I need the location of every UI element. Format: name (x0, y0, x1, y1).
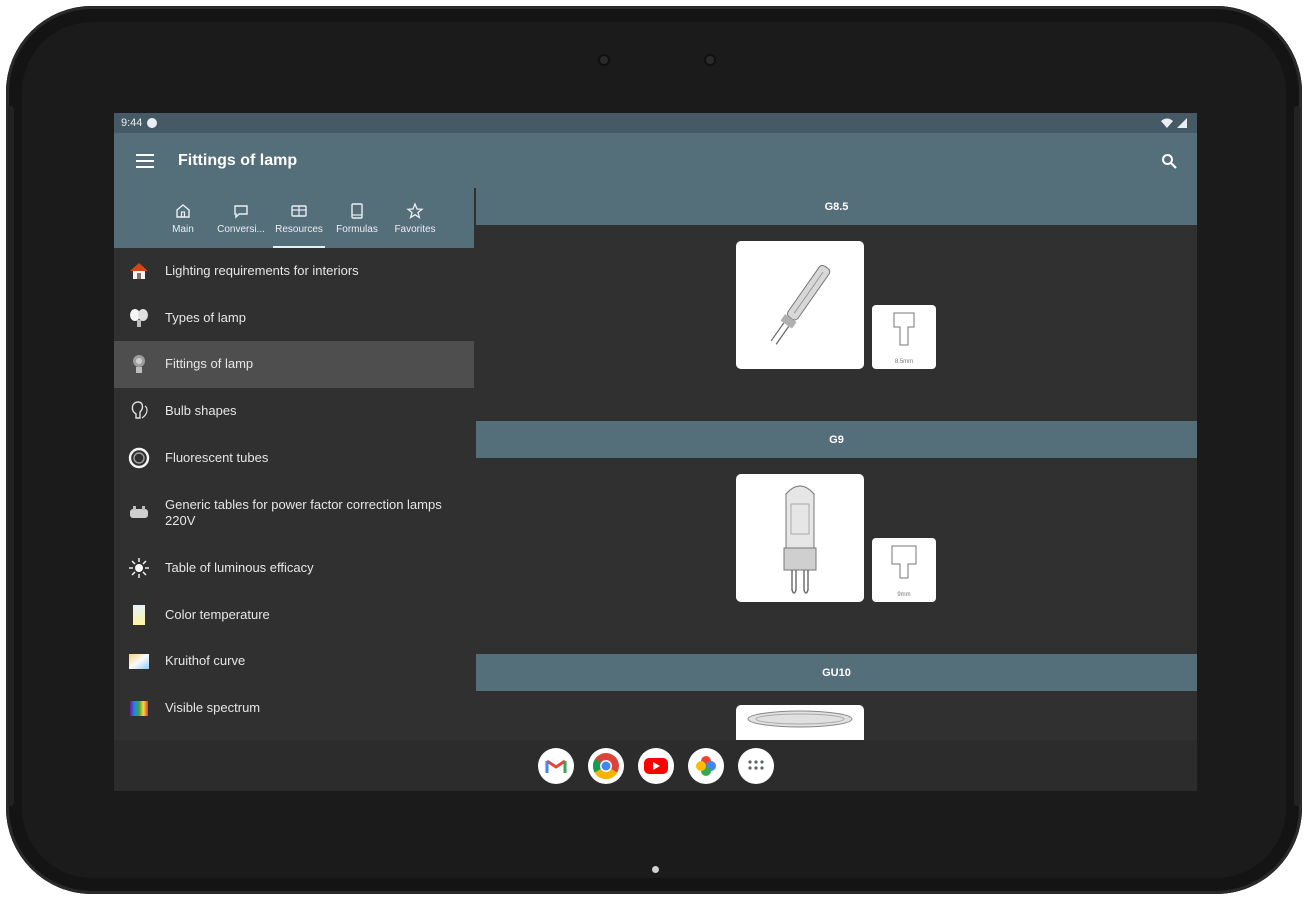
list-item-visible-spectrum[interactable]: Visible spectrum (114, 685, 474, 732)
app-bar: Fittings of lamp (114, 133, 1197, 188)
tab-formulas[interactable]: Formulas (328, 188, 386, 248)
sun-icon (128, 557, 150, 579)
signal-icon (1177, 118, 1187, 128)
tab-label: Favorites (394, 223, 436, 235)
chrome-icon[interactable] (587, 747, 624, 784)
list-item-power-factor-tables[interactable]: Generic tables for power factor correcti… (114, 481, 474, 545)
list-item-fittings-of-lamp[interactable]: Fittings of lamp (114, 341, 474, 388)
list-item-kruithof-curve[interactable]: Kruithof curve (114, 638, 474, 685)
list-item-label: Table of luminous efficacy (165, 560, 314, 576)
section-g8-5: 8.5mm (476, 225, 1197, 421)
capacitor-icon (128, 502, 150, 524)
house-icon (128, 260, 150, 282)
wifi-icon (1161, 118, 1173, 128)
kruithof-curve-icon (128, 650, 150, 672)
list-item-label: Fluorescent tubes (165, 449, 269, 465)
g8-5-caption: 8.5mm (894, 359, 914, 365)
camera-sensor (600, 56, 608, 64)
g9-caption: 9mm (897, 592, 911, 598)
front-camera (706, 56, 714, 64)
app-dock (114, 740, 1197, 791)
section-header-g8-5: G8.5 (476, 188, 1197, 225)
tab-resources[interactable]: Resources (270, 188, 328, 248)
section-gu10 (476, 691, 1197, 740)
g8-5-fitting-diagram[interactable]: 8.5mm (872, 305, 936, 369)
bulb-shapes-icon (128, 400, 150, 422)
section-g9: 9mm (476, 458, 1197, 654)
menu-icon[interactable] (136, 153, 154, 168)
spectrum-icon (128, 697, 150, 719)
list-item-label: Types of lamp (165, 309, 246, 325)
gmail-icon[interactable] (537, 747, 574, 784)
tab-label: Main (172, 223, 194, 235)
status-bar: 9:44 (114, 113, 1197, 133)
formulas-icon (351, 202, 363, 219)
list-item-luminous-efficacy[interactable]: Table of luminous efficacy (114, 545, 474, 592)
lamps-icon (128, 307, 150, 329)
left-grip (8, 106, 14, 806)
tab-main[interactable]: Main (154, 188, 212, 248)
gu10-lamp-image[interactable] (736, 705, 864, 740)
tab-label: Conversi... (217, 223, 265, 235)
tab-label: Formulas (336, 223, 378, 235)
color-temperature-icon (128, 604, 150, 626)
screen: 9:44 Fittings of lamp Main Conversi... R… (114, 113, 1197, 791)
list-item-label: Bulb shapes (165, 403, 237, 419)
fluorescent-tube-icon (128, 447, 150, 469)
list-item-color-temperature[interactable]: Color temperature (114, 592, 474, 639)
g9-fitting-diagram[interactable]: 9mm (872, 538, 936, 602)
bulb-fitting-icon (128, 353, 150, 375)
g8-5-lamp-image[interactable] (736, 241, 864, 369)
tab-favorites[interactable]: Favorites (386, 188, 444, 248)
tab-bar: Main Conversi... Resources Formulas Favo… (114, 188, 474, 248)
right-grip (1294, 106, 1300, 806)
list-item-label: Lighting requirements for interiors (165, 263, 359, 279)
notification-icon (147, 118, 158, 128)
app-drawer-icon[interactable] (737, 747, 774, 784)
youtube-icon[interactable] (637, 747, 674, 784)
status-time: 9:44 (121, 117, 143, 129)
home-icon (176, 203, 190, 218)
list-item-types-of-lamp[interactable]: Types of lamp (114, 295, 474, 342)
navigation-panel: Main Conversi... Resources Formulas Favo… (114, 188, 474, 740)
section-header-g9: G9 (476, 421, 1197, 458)
conversion-icon (234, 204, 248, 219)
list-item-bulb-shapes[interactable]: Bulb shapes (114, 388, 474, 435)
list-item-label: Generic tables for power factor correcti… (165, 496, 442, 528)
page-title: Fittings of lamp (178, 151, 298, 169)
resources-icon (291, 204, 307, 217)
list-item-fluorescent-tubes[interactable]: Fluorescent tubes (114, 434, 474, 481)
section-header-gu10: GU10 (476, 654, 1197, 691)
star-icon (406, 201, 424, 219)
list-item-lighting-requirements[interactable]: Lighting requirements for interiors (114, 248, 474, 295)
home-indicator (652, 866, 659, 873)
list-item-label: Fittings of lamp (165, 356, 254, 372)
list-item-label: Kruithof curve (165, 653, 246, 669)
search-icon[interactable] (1161, 153, 1177, 169)
tab-label: Resources (275, 223, 323, 235)
resource-list: Lighting requirements for interiors Type… (114, 248, 474, 731)
status-icons (1161, 118, 1187, 128)
photos-icon[interactable] (687, 747, 724, 784)
list-item-label: Color temperature (165, 606, 270, 622)
tab-conversions[interactable]: Conversi... (212, 188, 270, 248)
list-item-label: Visible spectrum (165, 700, 261, 716)
g9-lamp-image[interactable] (736, 474, 864, 602)
fittings-content: G8.5 8.5mm G9 9mm GU10 (476, 188, 1197, 740)
